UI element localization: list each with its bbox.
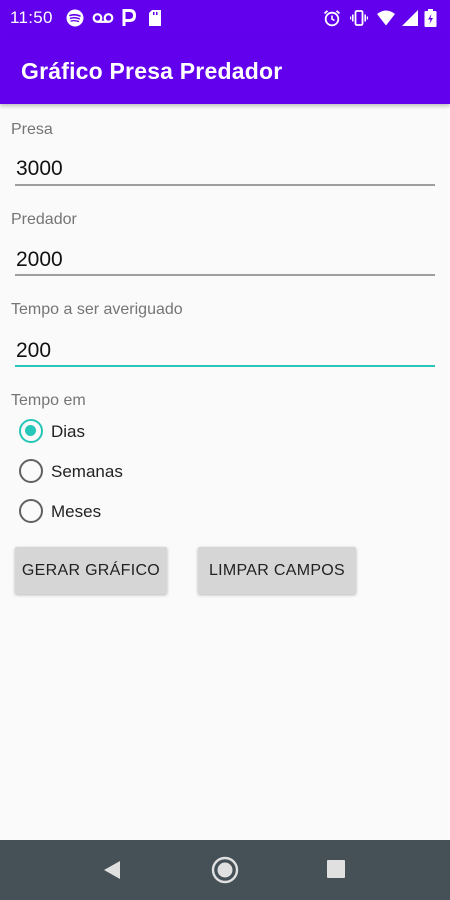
radio-dias[interactable] [19, 419, 43, 443]
sd-card-icon [149, 10, 161, 26]
predador-label: Predador [11, 211, 77, 228]
radio-dias-label[interactable]: Dias [51, 422, 85, 442]
voicemail-icon [92, 13, 114, 23]
recents-icon[interactable] [327, 860, 345, 878]
radio-semanas-label[interactable]: Semanas [51, 462, 123, 482]
back-icon[interactable] [102, 860, 122, 880]
status-bar: 11:50 [0, 0, 450, 36]
presa-underline [15, 184, 435, 186]
radio-semanas[interactable] [19, 459, 43, 483]
predador-input[interactable]: 2000 [16, 248, 63, 272]
navigation-bar [0, 840, 450, 900]
home-icon[interactable] [211, 856, 239, 884]
presa-label: Presa [11, 121, 53, 138]
app-bar: Gráfico Presa Predador [0, 36, 450, 104]
limpar-campos-button[interactable]: LIMPAR CAMPOS [198, 547, 356, 594]
signal-icon [402, 10, 418, 26]
radio-meses[interactable] [19, 499, 43, 523]
predador-underline [15, 274, 435, 276]
alarm-icon [323, 10, 341, 27]
spotify-icon [66, 9, 84, 27]
tempo-input[interactable]: 200 [16, 339, 51, 363]
radio-meses-label[interactable]: Meses [51, 502, 101, 522]
status-time: 11:50 [10, 8, 53, 27]
parking-icon [122, 9, 136, 26]
wifi-icon [377, 10, 395, 26]
app-title: Gráfico Presa Predador [21, 58, 283, 84]
gerar-grafico-button[interactable]: GERAR GRÁFICO [15, 547, 167, 594]
presa-input[interactable]: 3000 [16, 157, 63, 181]
tempo-label: Tempo a ser averiguado [11, 301, 183, 318]
vibrate-icon [350, 10, 368, 26]
tempo-em-label: Tempo em [11, 392, 86, 409]
battery-icon [424, 9, 437, 27]
tempo-underline [15, 365, 435, 367]
